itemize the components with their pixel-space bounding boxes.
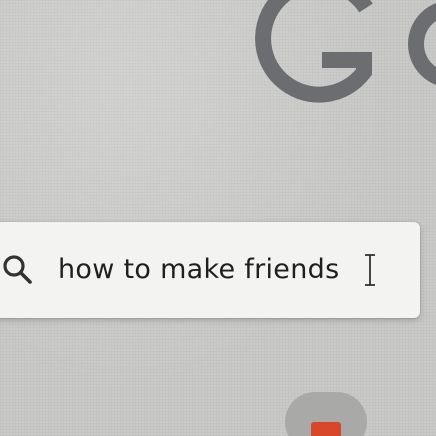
search-bar[interactable]: how to make friends: [0, 222, 420, 318]
logo-letter-o: [408, 3, 436, 85]
text-cursor-icon: [365, 254, 375, 286]
search-button[interactable]: [285, 392, 367, 436]
google-logo: [0, 0, 436, 130]
logo-letter-g: [255, 0, 373, 103]
search-icon[interactable]: [0, 252, 36, 288]
search-input[interactable]: how to make friends: [58, 246, 378, 294]
google-logo-letters: [255, 0, 436, 103]
button-accent-icon: [311, 422, 341, 436]
